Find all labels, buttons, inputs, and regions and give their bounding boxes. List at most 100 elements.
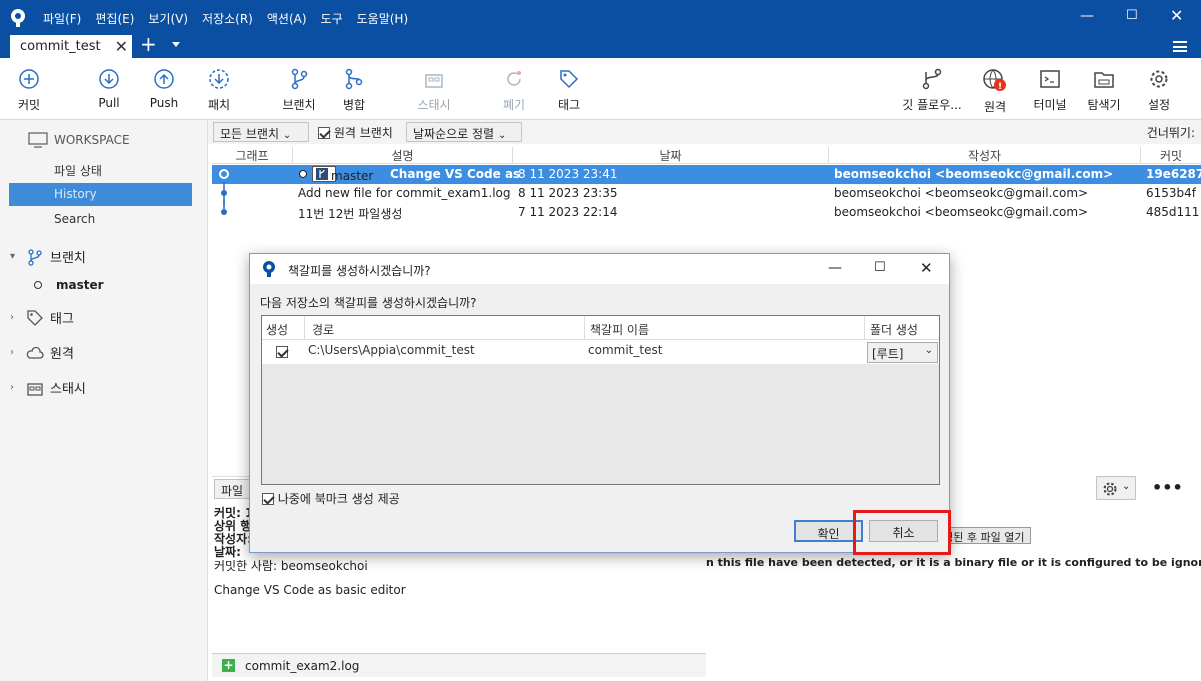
merge-button[interactable]: 병합 [340, 68, 368, 113]
sidebar-branch-master[interactable]: master [34, 278, 104, 292]
commit-hash: 485d111 [1146, 205, 1200, 219]
menu-edit[interactable]: 편집(E) [88, 10, 141, 28]
bookmark-later-checkbox[interactable]: 나중에 북마크 생성 제공 [262, 490, 400, 507]
grid-row[interactable]: C:\Users\Appia\commit_test commit_test [… [262, 340, 939, 364]
dialog-title: 책갈피를 생성하시겠습니까? [288, 264, 431, 278]
menu-file[interactable]: 파일(F) [36, 10, 88, 28]
discard-icon [507, 71, 521, 86]
column-graph[interactable]: 그래프 [212, 147, 292, 164]
graph-line-icon [221, 199, 227, 215]
column-author[interactable]: 작성자 [828, 147, 1140, 164]
terminal-button[interactable]: 터미널 [1030, 68, 1070, 113]
commit-message: Change VS Code as basic editor [214, 583, 406, 597]
commit-button[interactable]: 커밋 [14, 68, 44, 113]
table-row[interactable]: Add new file for commit_exam1.log 8 11 2… [212, 182, 1201, 206]
tag-button[interactable]: 태그 [556, 68, 582, 113]
stash-button[interactable]: 스태시 [414, 68, 454, 113]
settings-button[interactable]: 설정 [1144, 68, 1174, 113]
merge-icon [345, 68, 363, 90]
maximize-icon[interactable]: ☐ [1126, 8, 1138, 23]
menu-view[interactable]: 보기(V) [141, 10, 195, 28]
chevron-down-icon: ⌄ [1122, 481, 1131, 492]
column-create[interactable]: 생성 [266, 321, 288, 338]
create-checkbox[interactable] [276, 346, 288, 358]
column-bookmark-name[interactable]: 책갈피 이름 [590, 321, 649, 338]
commit-author: beomseokchoi <beomseokc@gmail.com> [834, 186, 1089, 200]
column-create-folder[interactable]: 폴더 생성 [870, 321, 918, 338]
pull-button[interactable]: Pull [94, 68, 124, 110]
column-commit[interactable]: 커밋 [1140, 147, 1201, 164]
sidebar-item-history[interactable]: History [9, 183, 192, 206]
sidebar-section-remotes[interactable]: › 원격 [10, 343, 74, 362]
cloud-icon [26, 346, 44, 359]
file-list-item[interactable]: + commit_exam2.log [212, 653, 706, 677]
diff-options-button[interactable]: ⌄ [1096, 476, 1136, 500]
table-row[interactable]: master Change VS Code as 8 11 2023 23:41… [212, 165, 1201, 184]
menu-tools[interactable]: 도구 [314, 10, 350, 28]
branch-button[interactable]: 브랜치 [280, 68, 318, 113]
title-bar: 파일(F) 편집(E) 보기(V) 저장소(R) 액션(A) 도구 도움말(H)… [0, 0, 1201, 58]
minimize-icon[interactable]: — [828, 260, 842, 276]
branch-icon [28, 248, 42, 266]
close-icon[interactable]: ✕ [1170, 6, 1183, 25]
sidebar-section-stashes[interactable]: › 스태시 [10, 378, 86, 397]
commit-author: beomseokchoi <beomseokc@gmail.com> [834, 167, 1114, 181]
tab-dropdown-icon[interactable] [172, 42, 180, 47]
sidebar-item-file-status[interactable]: 파일 상태 [9, 158, 192, 181]
all-branches-dropdown[interactable]: 모든 브랜치 ⌄ [213, 122, 309, 142]
explorer-button[interactable]: 탐색기 [1084, 68, 1124, 113]
folder-select[interactable]: [루트] ⌄ [867, 342, 938, 363]
column-divider [304, 316, 305, 340]
menu-repository[interactable]: 저장소(R) [195, 10, 260, 28]
sidebar-section-branches[interactable]: ▾ 브랜치 [10, 247, 86, 266]
remote-branches-checkbox[interactable]: 원격 브랜치 [318, 124, 393, 141]
commit-hash: 6153b4f [1146, 186, 1197, 200]
table-row[interactable]: 11번 12번 파일생성 7 11 2023 22:14 beomseokcho… [212, 199, 1201, 222]
remote-globe-icon: ! [983, 69, 1006, 92]
menu-actions[interactable]: 액션(A) [260, 10, 314, 28]
pull-icon [99, 69, 119, 89]
remote-button[interactable]: ! 원격 [980, 68, 1010, 115]
push-button[interactable]: Push [148, 68, 180, 110]
sort-dropdown[interactable]: 날짜순으로 정렬 ⌄ [406, 122, 522, 142]
sidebar-item-search[interactable]: Search [9, 208, 192, 231]
commit-date: 7 11 2023 22:14 [518, 205, 618, 219]
column-description[interactable]: 설명 [292, 147, 512, 164]
minimize-icon[interactable]: — [1080, 8, 1094, 24]
column-divider [584, 316, 585, 340]
current-branch-icon [34, 281, 42, 289]
tag-icon [560, 70, 579, 89]
bookmark-grid: 생성 경로 책갈피 이름 폴더 생성 C:\Users\Appia\commit… [261, 315, 940, 485]
file-sort-dropdown[interactable]: 파일 [214, 479, 254, 499]
dialog-title-bar: 책갈피를 생성하시겠습니까? — ☐ ✕ [250, 254, 949, 284]
menu-bar: 파일(F) 편집(E) 보기(V) 저장소(R) 액션(A) 도구 도움말(H) [36, 10, 415, 28]
commit-meta: 커밋: 1 상위 행 작성자: 날짜: [214, 506, 254, 559]
commit-table-header: 그래프 설명 날짜 작성자 커밋 [212, 145, 1201, 164]
fetch-button[interactable]: 패치 [204, 68, 234, 113]
branch-badge-icon [316, 168, 328, 180]
new-tab-icon[interactable]: + [140, 34, 157, 54]
explorer-icon [1094, 72, 1114, 88]
tab-close-icon[interactable]: ✕ [115, 37, 128, 56]
more-options-icon[interactable]: ••• [1152, 478, 1183, 497]
column-path[interactable]: 경로 [312, 321, 334, 338]
commit-date: 8 11 2023 23:41 [518, 167, 618, 181]
terminal-icon [1040, 70, 1060, 88]
maximize-icon[interactable]: ☐ [874, 260, 886, 275]
bookmark-name[interactable]: commit_test [588, 343, 662, 357]
create-bookmark-dialog: 책갈피를 생성하시겠습니까? — ☐ ✕ 다음 저장소의 책갈피를 생성하시겠습… [249, 253, 950, 553]
filter-bar: 모든 브랜치 ⌄ 원격 브랜치 날짜순으로 정렬 ⌄ 건너뛰기: [208, 120, 1201, 144]
sidebar-section-tags[interactable]: › 태그 [10, 308, 74, 327]
commit-hash: 19e6287 [1146, 167, 1201, 181]
sidebar: WORKSPACE 파일 상태 History Search ▾ 브랜치 mas… [0, 120, 208, 681]
commit-description: Change VS Code as [390, 167, 521, 181]
menu-help[interactable]: 도움말(H) [350, 10, 416, 28]
git-flow-button[interactable]: 깃 플로우... [898, 68, 966, 113]
close-icon[interactable]: ✕ [920, 259, 933, 277]
tab-commit-test[interactable]: commit_test ✕ [10, 35, 132, 58]
commit-description: Add new file for commit_exam1.log [298, 186, 511, 200]
discard-button[interactable]: 폐기 [500, 68, 528, 113]
hamburger-menu-icon[interactable] [1173, 41, 1187, 52]
workspace-header: WORKSPACE [28, 132, 130, 148]
column-date[interactable]: 날짜 [512, 147, 828, 164]
